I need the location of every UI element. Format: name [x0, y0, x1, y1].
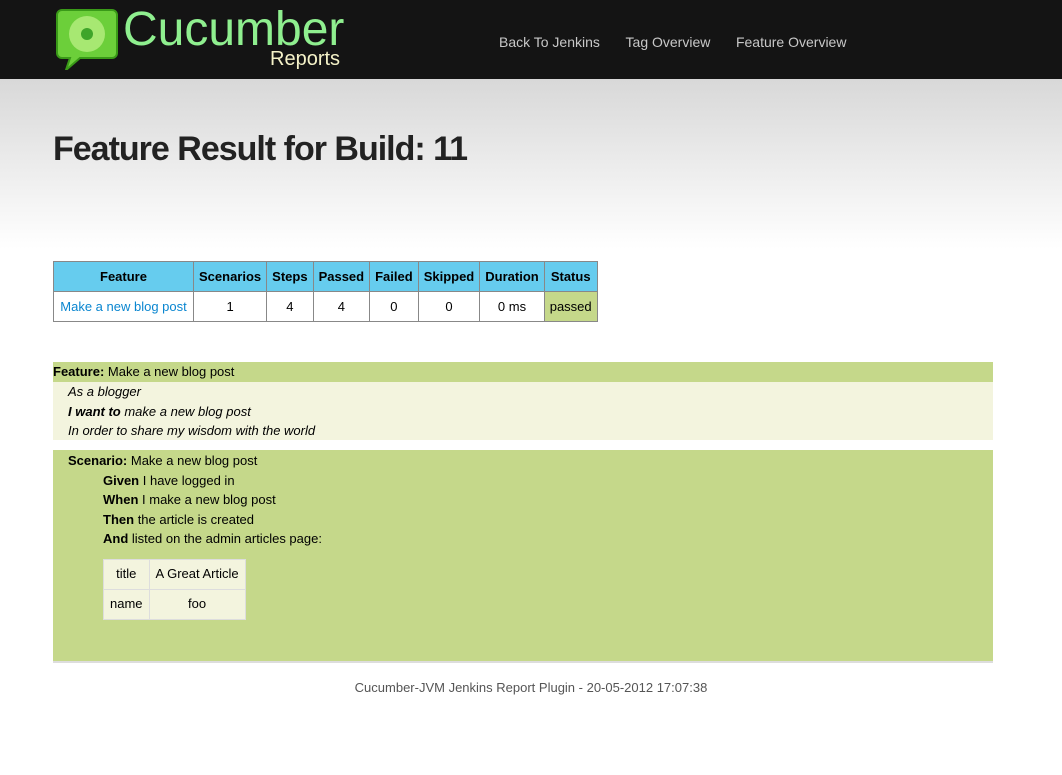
table-row: title A Great Article	[103, 558, 246, 590]
cucumber-logo-icon	[56, 9, 118, 70]
table-row: Make a new blog post 1 4 4 0 0 0 ms pass…	[53, 291, 598, 322]
cucumber-reports-logo[interactable]: Cucumber Reports	[56, 3, 356, 72]
col-passed: Passed	[312, 261, 371, 292]
skipped-cell: 0	[417, 291, 481, 322]
col-scenarios: Scenarios	[192, 261, 268, 292]
step: Given I have logged in	[103, 472, 235, 488]
steps-cell: 4	[266, 291, 314, 322]
feature-stats-table: Feature Scenarios Steps Passed Failed Sk…	[53, 261, 598, 322]
col-failed: Failed	[369, 261, 419, 292]
feature-heading: Feature: Make a new blog post	[53, 362, 993, 382]
nav-back-to-jenkins[interactable]: Back To Jenkins	[499, 34, 600, 50]
passed-cell: 4	[312, 291, 371, 322]
col-steps: Steps	[266, 261, 314, 292]
nav-tag-overview[interactable]: Tag Overview	[626, 34, 711, 50]
scenarios-cell: 1	[192, 291, 268, 322]
top-nav: Back To Jenkins Tag Overview Feature Ove…	[499, 34, 868, 50]
table-row: name foo	[103, 588, 246, 620]
col-skipped: Skipped	[417, 261, 481, 292]
step-data-table: title A Great Article name foo	[103, 558, 246, 620]
col-duration: Duration	[479, 261, 545, 292]
duration-cell: 0 ms	[479, 291, 545, 322]
scenario-heading: Scenario: Make a new blog post	[68, 453, 258, 468]
feature-cell: Make a new blog post	[53, 291, 194, 322]
step: Then the article is created	[103, 511, 255, 527]
table-header-row: Feature Scenarios Steps Passed Failed Sk…	[53, 261, 598, 292]
step: And listed on the admin articles page:	[103, 531, 322, 546]
feature-link[interactable]: Make a new blog post	[60, 299, 186, 314]
status-badge: passed	[543, 291, 598, 322]
feature-description: As a blogger I want to make a new blog p…	[53, 382, 993, 440]
nav-feature-overview[interactable]: Feature Overview	[736, 34, 846, 50]
feature-block: Feature: Make a new blog post As a blogg…	[53, 362, 993, 440]
col-feature: Feature	[53, 261, 194, 292]
scenario-block: Scenario: Make a new blog post Given I h…	[53, 450, 993, 663]
col-status: Status	[543, 261, 598, 292]
steps-list: Given I have logged in When I make a new…	[53, 471, 993, 549]
header: Cucumber Reports Back To Jenkins Tag Ove…	[0, 0, 1062, 79]
step: When I make a new blog post	[103, 492, 276, 507]
footer: Cucumber-JVM Jenkins Report Plugin - 20-…	[354, 680, 708, 695]
page-title: Feature Result for Build: 11	[53, 130, 468, 168]
failed-cell: 0	[369, 291, 419, 322]
